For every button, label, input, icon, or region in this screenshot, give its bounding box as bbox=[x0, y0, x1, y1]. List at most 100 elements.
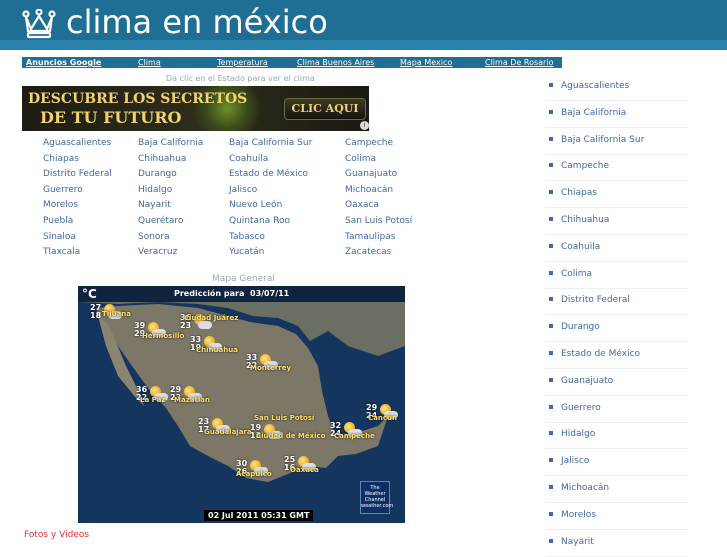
state-link[interactable]: Oaxaca bbox=[345, 200, 379, 210]
city-label: Monterrey bbox=[250, 364, 292, 372]
bullet-icon bbox=[549, 297, 553, 302]
sidebar-item-label: Coahuila bbox=[561, 241, 601, 252]
state-link[interactable]: Chihuahua bbox=[138, 154, 186, 164]
sidebar-item[interactable]: Colima bbox=[545, 262, 688, 289]
city-label: Ciudad de México bbox=[256, 432, 326, 440]
sidebar-item[interactable]: Estado de México bbox=[545, 342, 688, 369]
state-link[interactable]: Tamaulipas bbox=[345, 232, 395, 242]
sidebar-item[interactable]: Nayarit bbox=[545, 530, 688, 557]
ad-link-clima-buenos-aires[interactable]: Clima Buenos Aires bbox=[297, 57, 374, 68]
state-link[interactable]: Aguascalientes bbox=[43, 138, 111, 148]
ad-info-icon[interactable]: i bbox=[360, 121, 369, 130]
sidebar-item-label: Chihuahua bbox=[561, 215, 610, 225]
fotos-videos-link[interactable]: Fotos y Videos bbox=[24, 530, 89, 540]
sidebar-item-label: Guerrero bbox=[561, 402, 601, 413]
state-link[interactable]: Veracruz bbox=[138, 247, 177, 257]
state-link[interactable]: Querétaro bbox=[138, 216, 183, 226]
sidebar-item[interactable]: Campeche bbox=[545, 154, 688, 182]
sidebar-item-label: Colima bbox=[561, 268, 593, 279]
site-header: clima en méxico bbox=[0, 0, 727, 50]
state-link[interactable]: Campeche bbox=[345, 138, 393, 148]
map-unit: °C bbox=[82, 287, 97, 301]
state-link[interactable]: Zacatecas bbox=[345, 247, 391, 257]
sidebar-item-label: Aguascalientes bbox=[561, 81, 630, 91]
sidebar-item[interactable]: Baja California bbox=[545, 101, 688, 128]
sidebar-item[interactable]: Guanajuato bbox=[545, 369, 688, 396]
bullet-icon bbox=[549, 511, 553, 516]
sidebar-item[interactable]: Coahuila bbox=[545, 235, 688, 262]
city-label: Acapulco bbox=[236, 470, 272, 478]
bullet-icon bbox=[549, 136, 553, 141]
state-link[interactable]: Morelos bbox=[43, 200, 78, 210]
map-prediction-label: Predicción para bbox=[174, 289, 245, 298]
state-link[interactable]: Sinaloa bbox=[43, 232, 76, 242]
sidebar-item-label: Estado de México bbox=[561, 349, 641, 359]
city-label: Mazatlán bbox=[174, 396, 210, 404]
site-title[interactable]: clima en méxico bbox=[66, 3, 328, 41]
state-link[interactable]: Coahuila bbox=[229, 154, 268, 164]
cloud-icon bbox=[198, 321, 212, 329]
bullet-icon bbox=[549, 485, 553, 489]
ad-link-mapa-mexico[interactable]: Mapa Mexico bbox=[400, 57, 452, 68]
city-label: Campeche bbox=[334, 432, 375, 440]
brand-line: weather.com bbox=[361, 503, 394, 509]
state-link[interactable]: Hidalgo bbox=[138, 185, 172, 195]
state-link[interactable]: Colima bbox=[345, 154, 376, 164]
city-label: San Luis Potosí bbox=[254, 414, 315, 422]
state-link[interactable]: Distrito Federal bbox=[43, 169, 112, 179]
state-link[interactable]: Durango bbox=[138, 169, 177, 179]
state-link[interactable]: Nuevo León bbox=[229, 200, 282, 210]
ads-label[interactable]: Anuncios Google bbox=[26, 57, 101, 68]
state-link[interactable]: Guanajuato bbox=[345, 169, 397, 179]
state-link[interactable]: Puebla bbox=[43, 216, 73, 226]
sidebar-item-label: Morelos bbox=[561, 509, 597, 520]
bullet-icon bbox=[549, 431, 553, 436]
sidebar-item[interactable]: Chihuahua bbox=[545, 208, 688, 235]
state-link[interactable]: San Luis Potosí bbox=[345, 216, 412, 226]
weather-map[interactable]: °C Predicción para 03/07/11 27 18 Tijuana 3… bbox=[78, 286, 405, 523]
state-link[interactable]: Nayarit bbox=[138, 200, 171, 210]
ad-link-clima[interactable]: Clima bbox=[138, 57, 161, 68]
sidebar-item[interactable]: Morelos bbox=[545, 503, 688, 530]
crown-icon[interactable] bbox=[22, 9, 56, 39]
mapa-label: Mapa General bbox=[212, 274, 275, 284]
state-link[interactable]: Yucatán bbox=[229, 247, 264, 257]
bullet-icon bbox=[549, 538, 553, 543]
state-link[interactable]: Tlaxcala bbox=[43, 247, 80, 257]
state-link[interactable]: Guerrero bbox=[43, 185, 83, 195]
ad-link-clima-de-rosario[interactable]: Clima De Rosario bbox=[485, 57, 553, 68]
state-link[interactable]: Sonora bbox=[138, 232, 170, 242]
state-link[interactable]: Baja California Sur bbox=[229, 138, 312, 148]
sidebar-item[interactable]: Durango bbox=[545, 315, 688, 343]
sidebar-item[interactable]: Aguascalientes bbox=[545, 74, 688, 101]
sidebar-item[interactable]: Chiapas bbox=[545, 181, 688, 209]
sidebar-item[interactable]: Jalisco bbox=[545, 449, 688, 477]
banner-cta-button[interactable]: CLIC AQUI bbox=[284, 98, 366, 120]
state-link[interactable]: Jalisco bbox=[229, 185, 257, 195]
bullet-icon bbox=[549, 217, 553, 221]
state-link[interactable]: Estado de México bbox=[229, 169, 308, 179]
sidebar-item-label: Jalisco bbox=[561, 456, 590, 467]
city-label: Hermosillo bbox=[142, 332, 185, 340]
sidebar-item-label: Distrito Federal bbox=[561, 295, 630, 306]
bullet-icon bbox=[549, 404, 553, 409]
state-link[interactable]: Chiapas bbox=[43, 154, 79, 164]
bullet-icon bbox=[549, 163, 553, 168]
ad-link-temperatura[interactable]: Temperatura bbox=[217, 57, 268, 68]
city-label: Tijuana bbox=[102, 310, 131, 318]
sidebar-item-label: Michoacán bbox=[561, 483, 610, 493]
banner-line2: DE TU FUTURO bbox=[40, 108, 182, 127]
ad-banner[interactable]: DESCUBRE LOS SECRETOS DE TU FUTURO CLIC … bbox=[22, 86, 369, 131]
sidebar-item[interactable]: Guerrero bbox=[545, 396, 688, 423]
state-link[interactable]: Michoacán bbox=[345, 185, 393, 195]
sidebar-item-label: Baja California Sur bbox=[561, 134, 645, 145]
sidebar-item[interactable]: Distrito Federal bbox=[545, 288, 688, 316]
sidebar-item[interactable]: Hidalgo bbox=[545, 422, 688, 450]
header-band bbox=[0, 40, 727, 50]
sidebar-item-label: Chiapas bbox=[561, 188, 597, 199]
state-link[interactable]: Baja California bbox=[138, 138, 203, 148]
sidebar-item[interactable]: Michoacán bbox=[545, 476, 688, 503]
sidebar-item[interactable]: Baja California Sur bbox=[545, 128, 688, 155]
state-link[interactable]: Quintana Roo bbox=[229, 216, 290, 226]
state-link[interactable]: Tabasco bbox=[229, 232, 265, 242]
